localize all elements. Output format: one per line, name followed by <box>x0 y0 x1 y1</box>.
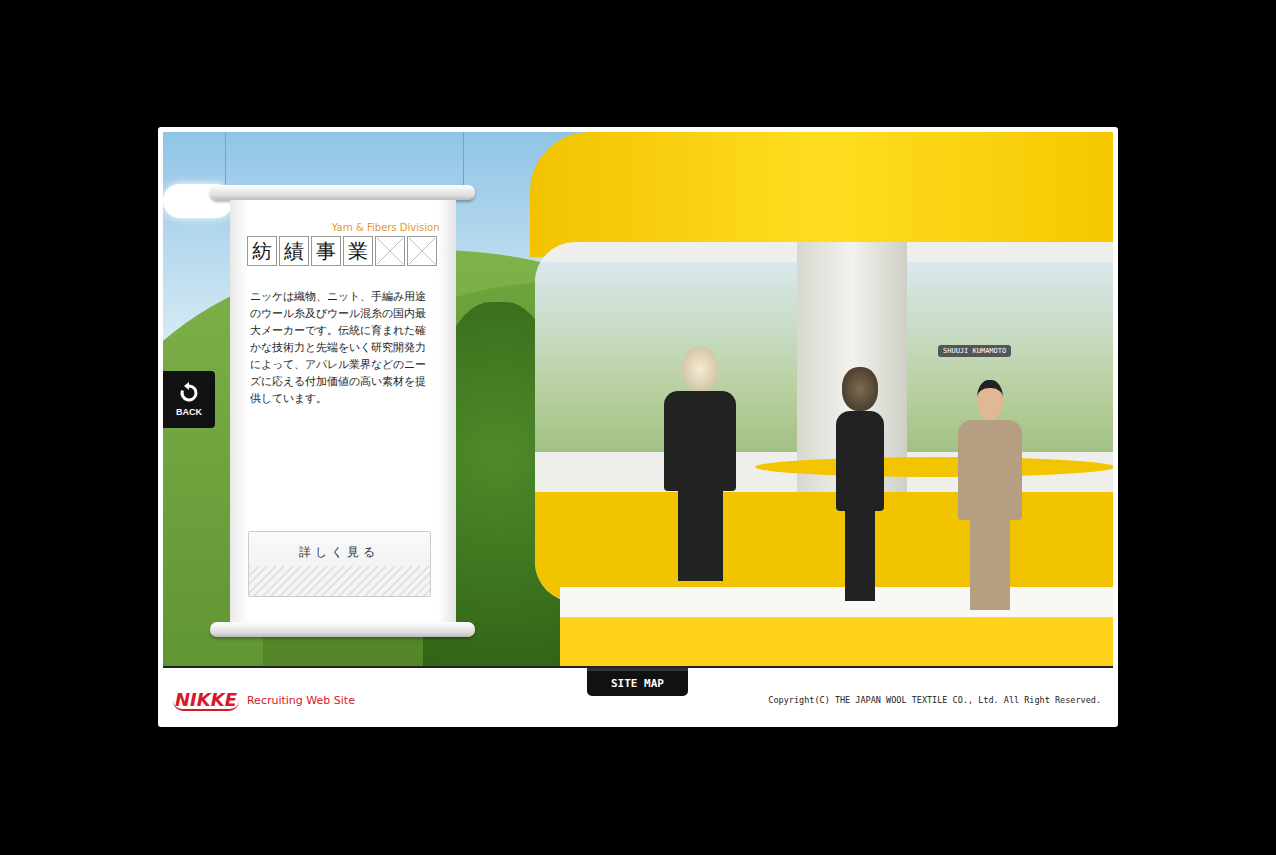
site-frame: SHUUJI KUMAMOTO Yarn & Fibers Division 紡… <box>158 127 1118 727</box>
division-title: 紡績事業 <box>247 236 438 266</box>
person[interactable] <box>830 367 890 601</box>
scroll-panel: Yarn & Fibers Division 紡績事業 ニッケは織物、ニット、手… <box>210 185 475 637</box>
page: SHUUJI KUMAMOTO Yarn & Fibers Division 紡… <box>0 0 1276 855</box>
title-char-box: 業 <box>343 236 373 266</box>
site-label: Recruiting Web Site <box>247 694 355 707</box>
title-char-box: 事 <box>311 236 341 266</box>
title-char-box: 紡 <box>247 236 277 266</box>
person-legs <box>845 511 875 601</box>
back-button[interactable]: BACK <box>163 371 215 428</box>
nikke-logo: NIKKE <box>173 691 239 711</box>
person-legs <box>678 491 723 581</box>
button-stripes <box>249 566 430 596</box>
person[interactable] <box>655 347 745 581</box>
sheep-head <box>682 347 718 391</box>
hanging-string <box>225 132 226 188</box>
floor <box>535 492 1113 602</box>
site-map-button[interactable]: SITE MAP <box>587 668 688 696</box>
tower-base <box>560 587 1113 668</box>
division-subtitle: Yarn & Fibers Division <box>332 222 440 234</box>
desk <box>755 457 1113 477</box>
name-tag: SHUUJI KUMAMOTO <box>938 345 1011 357</box>
tower-building <box>530 132 1113 668</box>
back-arrow-icon <box>178 382 200 404</box>
empty-box-icon <box>407 236 437 266</box>
division-description: ニッケは織物、ニット、手編み用途のウール糸及びウール混糸の国内最大メーカーです。… <box>250 288 436 407</box>
person-legs <box>970 520 1010 610</box>
empty-box-icon <box>375 236 405 266</box>
title-char-box: 績 <box>279 236 309 266</box>
person-body <box>958 420 1022 520</box>
brand[interactable]: NIKKE Recruiting Web Site <box>173 685 355 711</box>
scroll-roller <box>210 622 475 637</box>
copyright: Copyright(C) THE JAPAN WOOL TEXTILE CO.,… <box>768 691 1101 705</box>
person-head <box>977 380 1003 420</box>
scroll-paper: Yarn & Fibers Division 紡績事業 ニッケは織物、ニット、手… <box>230 200 456 622</box>
person[interactable] <box>950 380 1030 610</box>
tower-roof <box>530 132 1113 257</box>
hanging-string <box>463 132 464 188</box>
person-body <box>836 411 884 511</box>
scene: SHUUJI KUMAMOTO Yarn & Fibers Division 紡… <box>163 132 1113 668</box>
scroll-roller <box>210 185 475 200</box>
person-body <box>664 391 736 491</box>
footer: NIKKE Recruiting Web Site SITE MAP Copyr… <box>163 668 1113 727</box>
office-room <box>535 242 1113 602</box>
sheep-head <box>842 367 878 411</box>
detail-button[interactable]: 詳しく見る <box>248 531 431 597</box>
